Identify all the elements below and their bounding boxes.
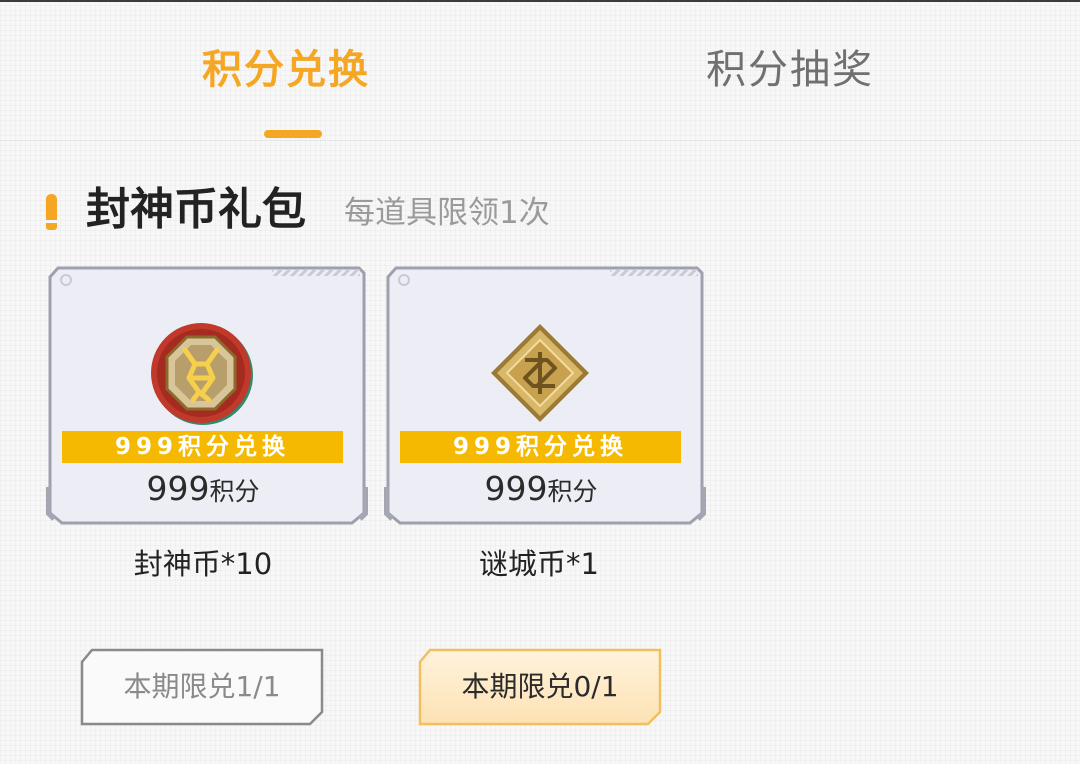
- tab-bar: 积分兑换 积分抽奖: [0, 2, 1080, 141]
- points-cost: 999积分: [384, 469, 698, 515]
- item-card-micheng-coin[interactable]: 999积分兑换 999积分: [384, 265, 706, 527]
- item-name: 封神币*10: [133, 547, 273, 581]
- redeem-limit-button[interactable]: 本期限兑0/1: [418, 648, 662, 726]
- price-banner: 999积分兑换: [62, 431, 343, 463]
- redeem-limit-label: 本期限兑0/1: [461, 670, 619, 703]
- section-title: 封神币礼包: [86, 184, 306, 235]
- section-marker-icon: [46, 194, 57, 230]
- section-subtitle: 每道具限领1次: [344, 195, 550, 231]
- points-value: 999: [484, 469, 548, 508]
- points-unit: 积分: [209, 477, 260, 506]
- tab-points-lottery[interactable]: 积分抽奖: [706, 44, 874, 96]
- points-unit: 积分: [547, 477, 598, 506]
- active-tab-indicator: [264, 130, 322, 138]
- micheng-coin-icon: [491, 324, 589, 422]
- fengshen-coin-icon: [151, 323, 253, 425]
- redeem-limit-label: 本期限兑1/1: [123, 670, 281, 703]
- points-value: 999: [146, 469, 210, 508]
- item-card-fengshen-coin[interactable]: 999积分兑换 999积分: [46, 265, 368, 527]
- price-banner: 999积分兑换: [400, 431, 681, 463]
- points-cost: 999积分: [46, 469, 360, 515]
- tab-points-exchange[interactable]: 积分兑换: [202, 44, 370, 96]
- item-name: 谜城币*1: [479, 547, 599, 581]
- redeem-limit-button-disabled[interactable]: 本期限兑1/1: [80, 648, 324, 726]
